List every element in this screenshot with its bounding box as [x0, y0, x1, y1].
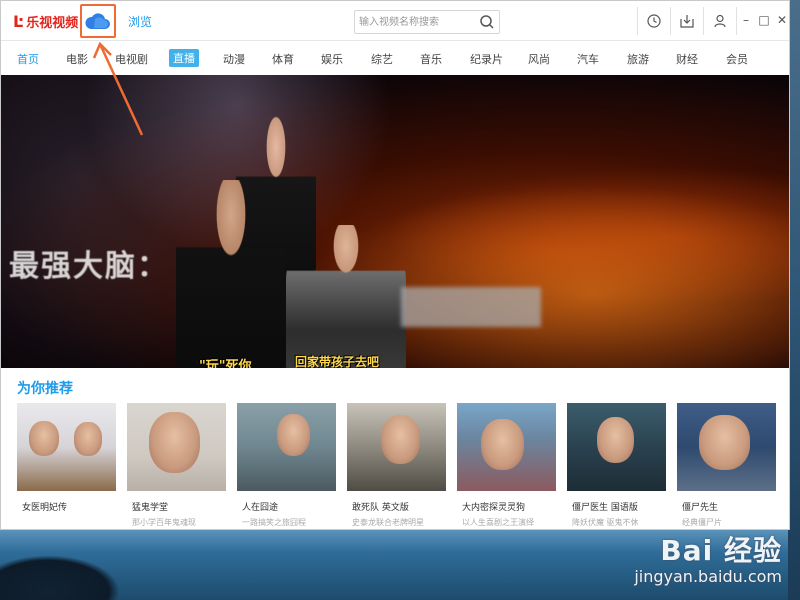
letv-logo-icon: Ŀ: [13, 11, 24, 31]
app-window: Ŀ 乐视视频 浏览 输入视频名称搜索 – □ ✕ 首页 电影 电视剧 直播 动漫…: [0, 0, 790, 530]
recommendation-title: 敢死队 英文版: [352, 503, 409, 513]
recommendation-subtitle: 经典僵尸片: [682, 518, 722, 527]
search-box: [354, 10, 500, 34]
download-icon: [680, 15, 694, 28]
recommendation-card[interactable]: 僵尸先生 经典僵尸片: [677, 403, 776, 528]
cloud-button[interactable]: [80, 4, 116, 38]
baidu-jingyan-watermark: Bai 经验 jingyan.baidu.com: [634, 529, 782, 586]
history-icon: [647, 14, 661, 28]
recommendation-title: 僵尸医生 国语版: [572, 503, 638, 513]
recommendation-card[interactable]: 敢死队 英文版 史泰龙联合老牌明星: [347, 403, 446, 528]
app-logo-text: 乐视视频: [26, 15, 79, 31]
search-input[interactable]: [359, 13, 477, 31]
recommendation-subtitle: 史泰龙联合老牌明星: [352, 518, 424, 527]
nav-vip[interactable]: 会员: [726, 51, 748, 67]
app-logo[interactable]: Ŀ 乐视视频: [13, 11, 79, 31]
history-button[interactable]: [638, 1, 670, 41]
nav-live[interactable]: 直播: [169, 49, 199, 67]
recommendation-title: 僵尸先生: [682, 503, 719, 513]
recommendation-thumbnail: [237, 403, 336, 491]
desktop-rock-image: [0, 555, 120, 600]
recommendation-subtitle: 降妖伏魔 驱鬼不休: [572, 518, 639, 527]
user-button[interactable]: [704, 1, 736, 41]
nav-travel[interactable]: 旅游: [627, 51, 649, 67]
recommendation-thumbnail: [677, 403, 776, 491]
nav-auto[interactable]: 汽车: [577, 51, 599, 67]
minimize-button[interactable]: –: [741, 13, 751, 27]
nav-anime[interactable]: 动漫: [223, 51, 245, 67]
recommendation-card[interactable]: 女医明妃传: [17, 403, 116, 517]
recommendation-thumbnail: [127, 403, 226, 491]
tab-browse[interactable]: 浏览: [128, 13, 152, 30]
recommendation-thumbnail: [567, 403, 666, 491]
recommendation-subtitle: 以人生喜剧之王演绎: [462, 518, 534, 527]
user-icon: [714, 14, 726, 28]
watermark-logo: Bai 经验: [660, 534, 782, 567]
recommendations-heading: 为你推荐: [17, 381, 73, 397]
recommendation-thumbnail: [17, 403, 116, 491]
cloud-icon: [85, 13, 110, 29]
banner-caption-right: 回家带孩子去吧: [295, 355, 380, 368]
nav-tv-series[interactable]: 电视剧: [115, 51, 148, 67]
recommendation-card[interactable]: 人在囧途 一路搞笑之旅囧程: [237, 403, 336, 528]
nav-variety[interactable]: 综艺: [371, 51, 393, 67]
recommendation-card[interactable]: 猛鬼学堂 那小学百年鬼魂现: [127, 403, 226, 528]
banner-title: 最强大脑：: [9, 249, 169, 284]
nav-movies[interactable]: 电影: [66, 51, 88, 67]
recommendation-card[interactable]: 大内密探灵灵狗 以人生喜剧之王演绎: [457, 403, 556, 528]
nav-sports[interactable]: 体育: [272, 51, 294, 67]
banner-person-image: [286, 225, 406, 368]
nav-home[interactable]: 首页: [17, 51, 39, 67]
recommendations-section: 为你推荐 女医明妃传 猛鬼学堂 那小学百年鬼魂现 人在囧途 一路搞笑之旅囧程 敢…: [1, 368, 789, 529]
banner-person-image: [176, 180, 286, 368]
nav-fashion[interactable]: 风尚: [528, 51, 550, 67]
maximize-button[interactable]: □: [758, 13, 769, 27]
recommendation-subtitle: 一路搞笑之旅囧程: [242, 518, 306, 527]
toolbar-divider: [736, 7, 737, 35]
category-nav: 首页 电影 电视剧 直播 动漫 体育 娱乐 综艺 音乐 纪录片 风尚 汽车 旅游…: [1, 41, 789, 75]
banner-caption-left: "玩"死你: [199, 359, 252, 368]
search-icon[interactable]: [479, 14, 495, 30]
banner-blurred-text: [401, 287, 541, 327]
recommendation-title: 猛鬼学堂: [132, 503, 169, 513]
watermark-url: jingyan.baidu.com: [634, 567, 782, 586]
recommendation-thumbnail: [347, 403, 446, 491]
recommendation-title: 女医明妃传: [22, 503, 68, 513]
close-button[interactable]: ✕: [777, 13, 787, 27]
featured-banner[interactable]: 最强大脑： "玩"死你 回家带孩子去吧: [1, 75, 789, 368]
recommendation-title: 人在囧途: [242, 503, 279, 513]
recommendation-subtitle: 那小学百年鬼魂现: [132, 518, 196, 527]
download-button[interactable]: [671, 1, 703, 41]
nav-documentary[interactable]: 纪录片: [470, 51, 503, 67]
recommendation-thumbnail: [457, 403, 556, 491]
recommendation-card[interactable]: 僵尸医生 国语版 降妖伏魔 驱鬼不休: [567, 403, 666, 528]
toolbar: [637, 1, 737, 41]
title-bar: Ŀ 乐视视频 浏览 输入视频名称搜索 – □ ✕: [1, 1, 789, 41]
nav-music[interactable]: 音乐: [420, 51, 442, 67]
nav-finance[interactable]: 财经: [676, 51, 698, 67]
window-controls: – □ ✕: [741, 13, 787, 27]
recommendation-title: 大内密探灵灵狗: [462, 503, 526, 513]
nav-entertainment[interactable]: 娱乐: [321, 51, 343, 67]
